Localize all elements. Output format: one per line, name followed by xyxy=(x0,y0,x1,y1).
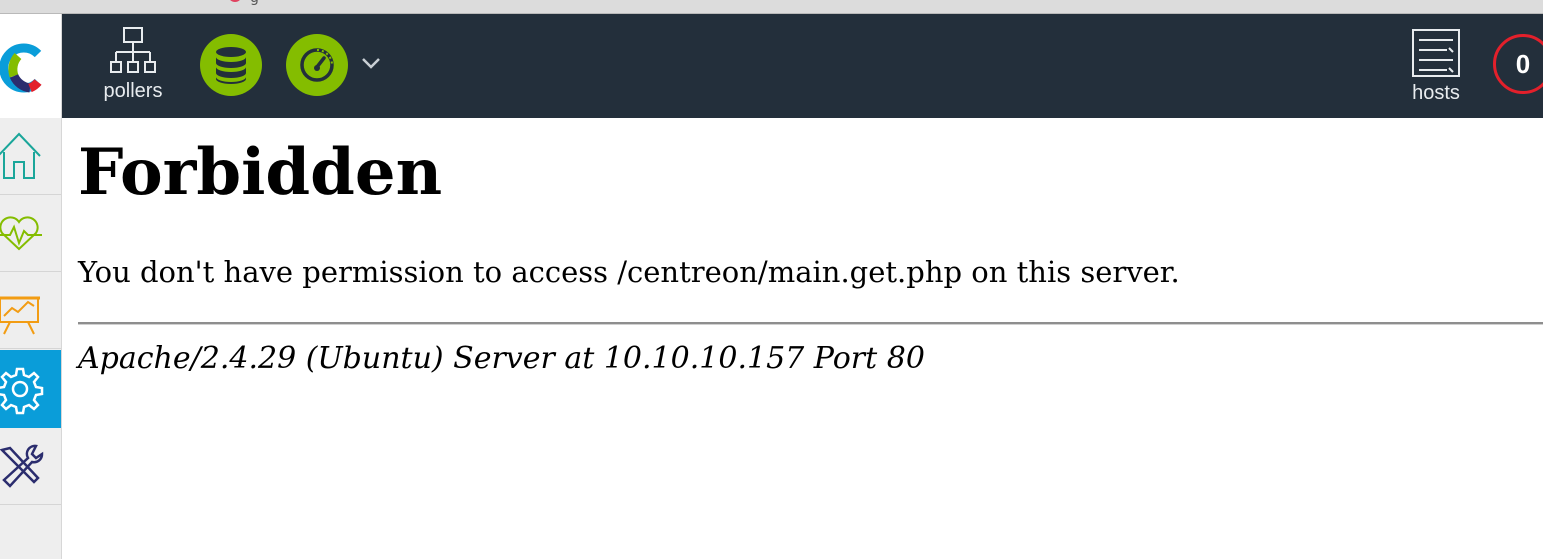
heartbeat-icon xyxy=(0,216,42,251)
tab-title[interactable]: g xyxy=(250,0,259,6)
page-title: Forbidden xyxy=(78,135,443,210)
hosts-label: hosts xyxy=(1412,82,1460,104)
pollers-button[interactable]: pollers xyxy=(98,26,168,104)
error-message: You don't have permission to access /cen… xyxy=(78,255,1180,289)
error-page: Forbidden You don't have permission to a… xyxy=(78,118,1543,379)
tools-icon xyxy=(0,444,44,488)
gear-icon xyxy=(0,367,44,415)
sidebar-item-home[interactable] xyxy=(0,118,61,195)
pollers-label: pollers xyxy=(103,80,163,102)
browser-tab-strip: g xyxy=(0,0,1543,14)
sidebar-item-configuration[interactable] xyxy=(0,350,61,428)
server-rack-icon xyxy=(1412,29,1460,77)
engine-status-button[interactable] xyxy=(286,34,348,96)
chevron-down-icon[interactable] xyxy=(358,54,384,76)
tab-close-icon[interactable] xyxy=(228,0,242,2)
sidebar-item-monitoring[interactable] xyxy=(0,195,61,272)
top-navbar: pollers hosts 0 xyxy=(62,14,1543,118)
hosts-down-counter[interactable]: 0 xyxy=(1493,34,1543,94)
database-status-button[interactable] xyxy=(200,34,262,96)
sidebar xyxy=(0,14,62,559)
server-signature: Apache/2.4.29 (Ubuntu) Server at 10.10.1… xyxy=(78,341,925,376)
hosts-button[interactable]: hosts xyxy=(1402,28,1470,108)
sidebar-item-administration[interactable] xyxy=(0,428,61,505)
chart-board-icon xyxy=(0,296,40,335)
divider xyxy=(78,322,1543,325)
pollers-icon xyxy=(110,27,156,73)
database-icon xyxy=(216,47,246,84)
sidebar-item-reporting[interactable] xyxy=(0,272,61,349)
centreon-logo-icon[interactable] xyxy=(0,14,61,118)
home-icon xyxy=(0,132,41,179)
gauge-icon xyxy=(300,48,334,82)
